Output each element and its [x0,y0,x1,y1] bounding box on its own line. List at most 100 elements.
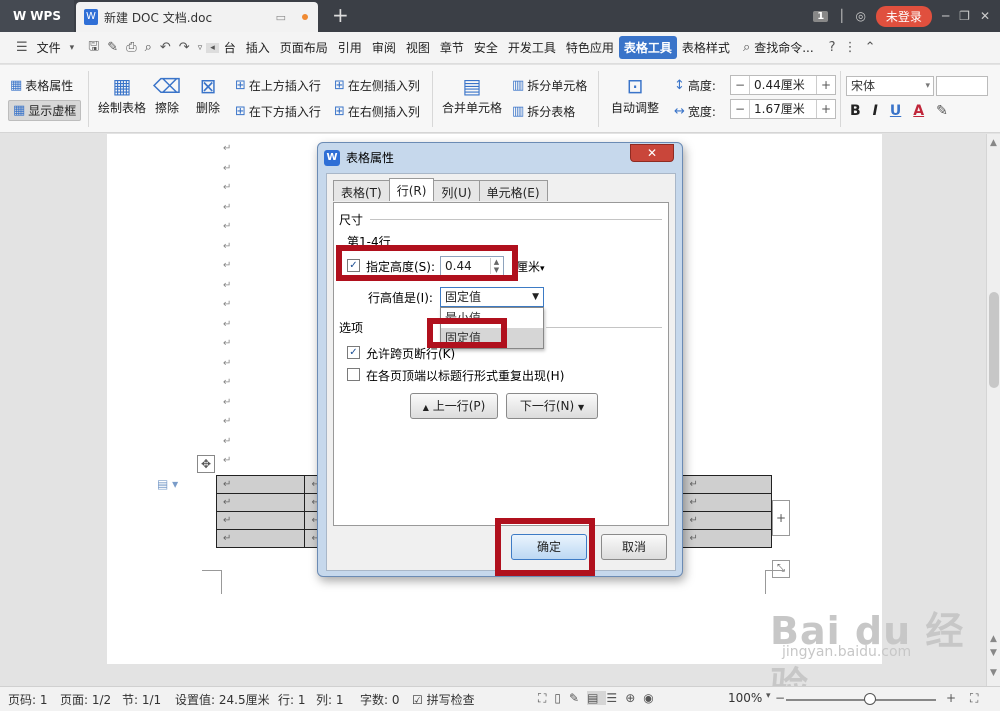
status-page[interactable]: 页码: 1 [8,691,48,708]
write-mode-icon[interactable]: ✎ [569,691,587,705]
table-cell[interactable]: ↵ [682,475,772,494]
status-words[interactable]: 字数: 0 [360,691,400,708]
chevron-down-icon[interactable]: ▾ [766,691,771,701]
table-cell[interactable]: ↵ [215,529,306,548]
minus-icon[interactable]: − [731,102,749,116]
menu-review[interactable]: 审阅 [367,36,401,59]
collapse-ribbon-icon[interactable]: ⌃ [861,40,880,55]
tab-row[interactable]: 行(R) [388,178,435,201]
cancel-button[interactable]: 取消 [601,534,667,560]
minimize-icon[interactable]: ─ [942,9,949,23]
font-color-button[interactable]: A [913,103,924,119]
insert-right-button[interactable]: ⊞ 在右侧插入列 [334,103,420,120]
col-width-input[interactable]: 1.67厘米 [749,100,817,118]
font-size-select[interactable] [936,76,988,96]
zoom-slider-knob[interactable] [864,693,876,705]
menu-item-0[interactable]: 台 [219,36,241,59]
delete-button[interactable]: ⊠ 删除 [188,73,228,116]
repeat-header-checkbox[interactable] [347,368,360,381]
more-icon[interactable]: ⋮ [840,40,861,55]
add-column-button[interactable]: + [772,500,790,536]
table-move-handle-icon[interactable]: ✥ [197,455,215,473]
page-badge[interactable]: 1 [813,10,829,22]
status-pages[interactable]: 页面: 1/2 [60,691,111,708]
italic-button[interactable]: I [873,103,878,119]
search-icon[interactable]: ⌕ [739,40,754,55]
menu-insert[interactable]: 插入 [241,36,275,59]
format-painter-icon[interactable]: ✎ [103,40,122,55]
prev-row-button[interactable]: ▲ 上一行(P) [410,393,498,419]
print-preview-icon[interactable]: ⌕ [141,40,156,55]
menu-page-layout[interactable]: 页面布局 [275,36,333,59]
outline-view-icon[interactable]: ☰ [606,691,625,705]
zoom-out-button[interactable]: − [775,691,785,705]
bold-button[interactable]: B [850,103,861,119]
menu-references[interactable]: 引用 [333,36,367,59]
zoom-in-button[interactable]: + [946,691,956,705]
underline-button[interactable]: U [890,103,901,119]
menu-security[interactable]: 安全 [469,36,503,59]
restore-icon[interactable]: ❐ [959,9,970,23]
scroll-up-icon[interactable]: ▲ [990,138,997,148]
next-row-button[interactable]: 下一行(N) ▼ [506,393,598,419]
dialog-close-button[interactable]: ✕ [630,144,674,162]
menu-table-tools[interactable]: 表格工具 [618,36,677,59]
save-icon[interactable]: 🖫 [84,37,103,59]
col-width-stepper[interactable]: − 1.67厘米 + [730,99,836,119]
reading-mode-icon[interactable]: ▯ [554,691,569,705]
insert-below-button[interactable]: ⊞ 在下方插入行 [235,103,321,120]
table-properties-button[interactable]: ▦ 表格属性 [10,77,73,94]
scroll-thumb[interactable] [989,292,999,388]
unit-select[interactable]: 厘米▾ [516,258,545,275]
hamburger-icon[interactable]: ☰ [12,40,32,55]
zoom-slider[interactable] [786,699,936,701]
highlight-button[interactable]: ✎ [936,103,948,119]
menu-view[interactable]: 视图 [401,36,435,59]
fit-page-icon[interactable]: ⛶ [970,691,978,706]
customize-icon[interactable]: ▿ [194,43,207,53]
wps-home-tab[interactable]: W WPS [0,0,74,32]
close-window-icon[interactable]: ✕ [980,9,990,23]
fullscreen-icon[interactable]: ⛶ [538,691,554,705]
command-search[interactable]: 查找命令... [754,36,818,59]
skin-icon[interactable]: ◎ [855,9,865,23]
redo-icon[interactable]: ↷ [175,40,194,55]
table-cell[interactable]: ↵ [682,493,772,512]
menu-table-style[interactable]: 表格样式 [677,36,735,59]
font-name-select[interactable]: 宋体 ▾ [846,76,934,96]
allow-break-checkbox[interactable]: ✓ [347,346,360,359]
document-tab[interactable]: W 新建 DOC 文档.doc ▭ [76,2,318,32]
table-cell[interactable]: ↵ [215,475,306,494]
split-table-button[interactable]: ▥ 拆分表格 [512,103,575,120]
undo-icon[interactable]: ↶ [156,40,175,55]
plus-icon[interactable]: + [817,102,835,116]
spellcheck-button[interactable]: ☑ 拼写检查 [412,691,475,708]
minus-icon[interactable]: − [731,78,749,92]
menu-features[interactable]: 特色应用 [561,36,619,59]
login-button[interactable]: 未登录 [875,5,932,27]
insert-above-button[interactable]: ⊞ 在上方插入行 [235,77,321,94]
new-tab-button[interactable]: + [332,3,349,27]
page-side-icon[interactable]: ▤ ▾ [157,477,178,491]
table-cell[interactable]: ↵ [215,493,306,512]
draw-table-button[interactable]: ▦ 绘制表格 [96,73,148,116]
monitor-icon[interactable]: ▭ [276,11,286,24]
show-grid-button[interactable]: ▦ 显示虚框 [8,100,82,121]
chevron-down-icon[interactable]: ▾ [66,43,79,53]
table-cell[interactable]: ↵ [215,511,306,530]
erase-button[interactable]: ⌫ 擦除 [152,73,182,116]
row-height-stepper[interactable]: − 0.44厘米 + [730,75,836,95]
split-cells-button[interactable]: ▥ 拆分单元格 [512,77,587,94]
menu-developer[interactable]: 开发工具 [503,36,561,59]
row-height-rule-select[interactable]: 固定值 ▼ [440,287,544,307]
tab-cell[interactable]: 单元格(E) [478,180,548,201]
table-cell[interactable]: ↵ [682,511,772,530]
table-cell[interactable]: ↵ [682,529,772,548]
merge-cells-button[interactable]: ▤ 合并单元格 [440,73,504,116]
help-icon[interactable]: ? [825,40,840,55]
zoom-level[interactable]: 100% [728,691,762,705]
row-height-input[interactable]: 0.44厘米 [749,76,817,94]
web-view-icon[interactable]: ⊕ [625,691,643,705]
eye-protection-icon[interactable]: ◉ [643,691,661,705]
insert-left-button[interactable]: ⊞ 在左侧插入列 [334,77,420,94]
